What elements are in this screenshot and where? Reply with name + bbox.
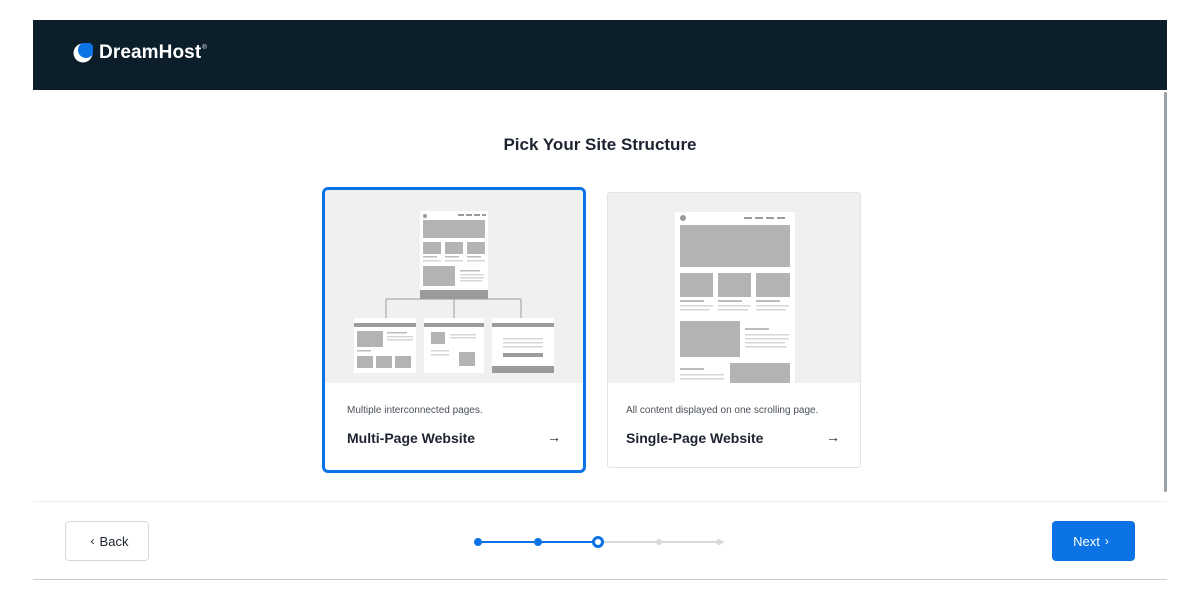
multi-page-sitemap-graphic: [354, 211, 554, 373]
arrow-right-icon: →: [826, 429, 840, 445]
arrow-right-icon: →: [547, 429, 561, 445]
option-description: Multiple interconnected pages.: [347, 405, 483, 416]
step-3-current: [592, 536, 604, 548]
scrollbar[interactable]: [1164, 92, 1167, 492]
back-button[interactable]: ‹ Back: [65, 521, 149, 561]
page-title: Pick Your Site Structure: [503, 135, 697, 154]
next-button-label: Next: [1073, 533, 1100, 549]
step-5: [716, 539, 722, 545]
option-title: Single-Page Website: [626, 430, 764, 446]
logo-text: DreamHost: [99, 42, 202, 63]
option-title: Multi-Page Website: [347, 430, 476, 446]
chevron-left-icon: ‹: [90, 534, 95, 548]
single-page-illustration: [608, 193, 860, 383]
chevron-right-icon: ›: [1104, 534, 1109, 548]
top-header: DreamHost ®: [33, 20, 1167, 90]
single-page-layout-graphic: [675, 212, 795, 383]
dreamhost-moon-icon: [73, 43, 93, 63]
wizard-footer: ‹ Back Next ›: [33, 501, 1167, 580]
step-4: [656, 539, 662, 545]
option-card-multi-page[interactable]: Multiple interconnected pages. Multi-Pag…: [322, 187, 586, 473]
back-button-label: Back: [99, 533, 129, 549]
next-button[interactable]: Next ›: [1052, 521, 1135, 561]
step-1: [474, 538, 482, 546]
step-connector-todo: [600, 541, 724, 543]
option-card-single-page[interactable]: All content displayed on one scrolling p…: [607, 192, 861, 468]
logo-registered-mark: ®: [202, 45, 207, 51]
dreamhost-logo[interactable]: DreamHost ®: [73, 42, 207, 64]
progress-stepper: [474, 535, 728, 549]
multi-page-illustration: [325, 190, 583, 383]
step-2: [534, 538, 542, 546]
option-description: All content displayed on one scrolling p…: [626, 405, 819, 416]
main-content: Pick Your Site Structure Multiple interc…: [33, 90, 1167, 501]
